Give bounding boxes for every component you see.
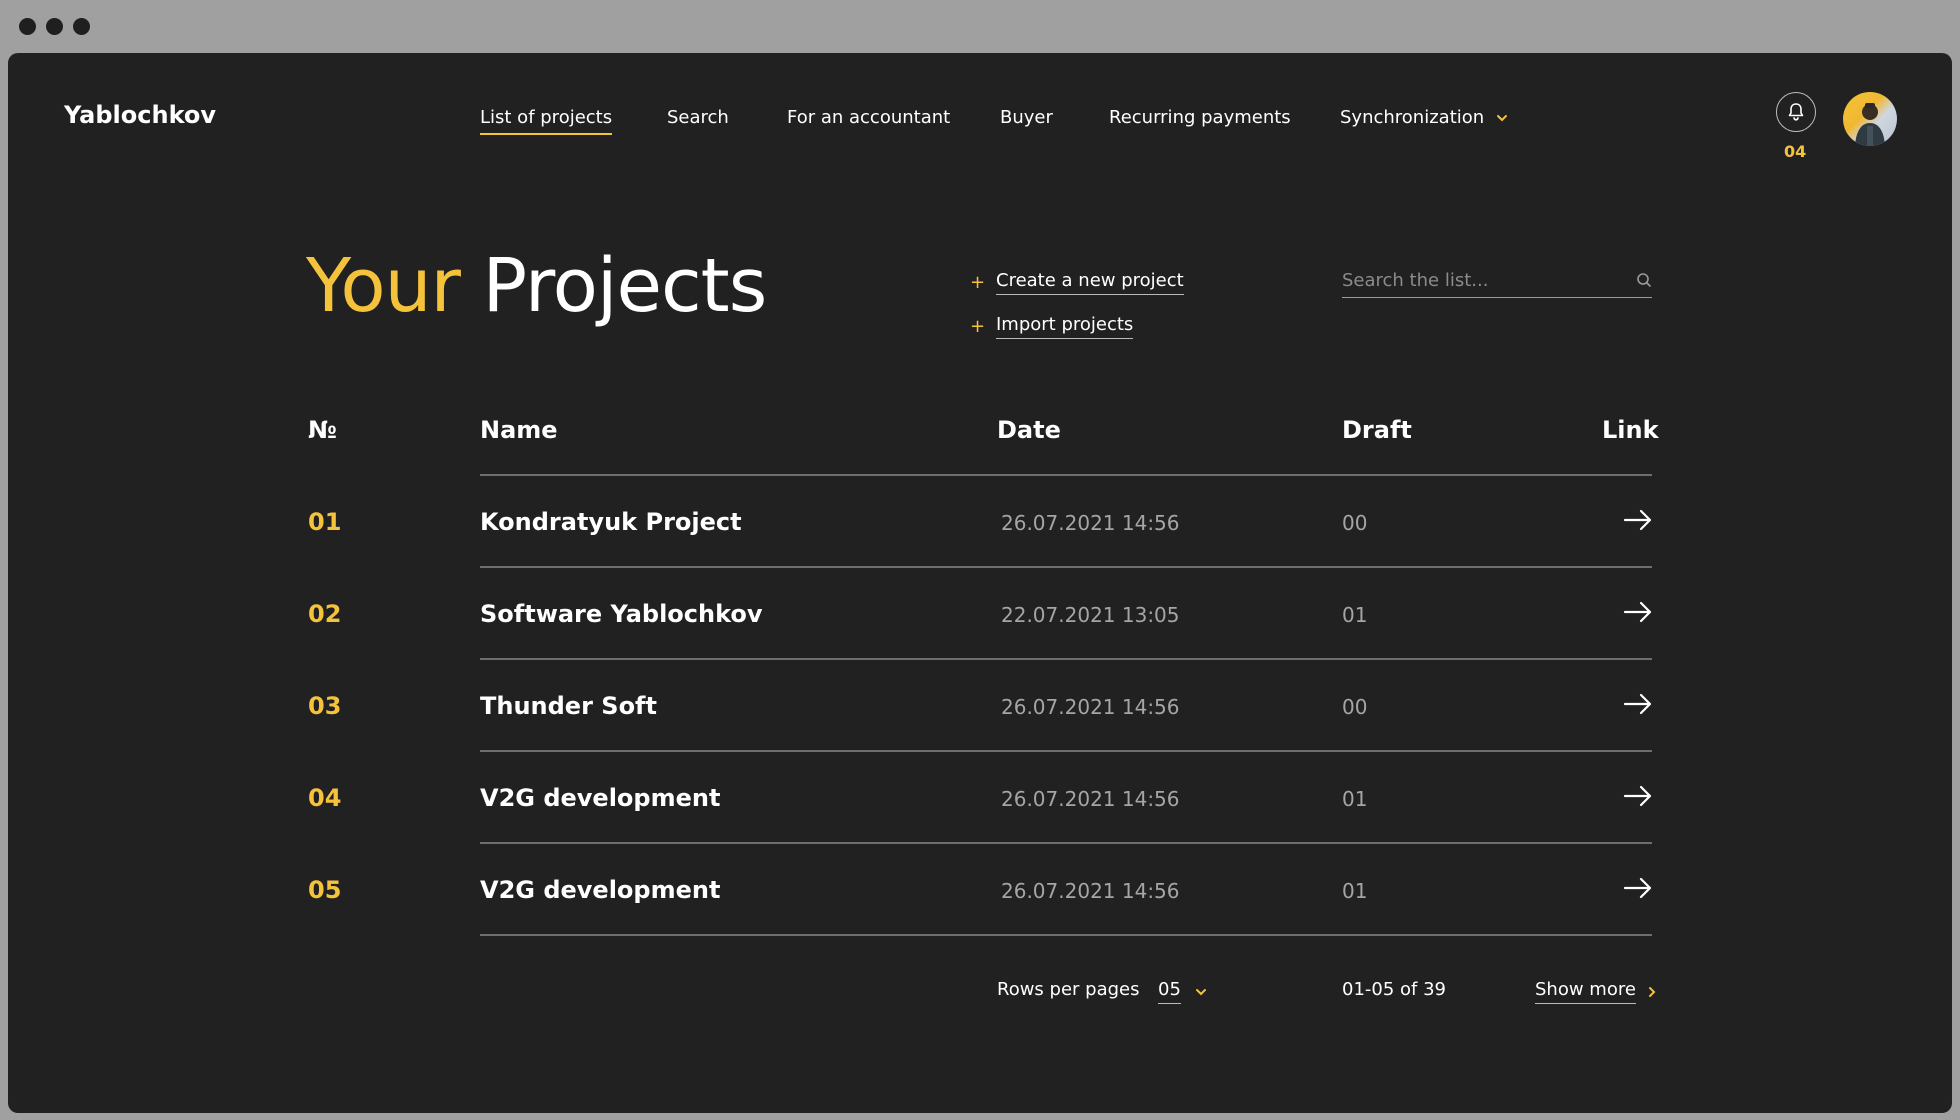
project-date: 26.07.2021 14:56 bbox=[1001, 879, 1180, 903]
column-header-number: № bbox=[308, 416, 337, 444]
notifications-button[interactable] bbox=[1776, 92, 1816, 132]
project-date: 26.07.2021 14:56 bbox=[1001, 695, 1180, 719]
window-dot-minimize[interactable] bbox=[46, 18, 63, 35]
search-field bbox=[1342, 268, 1652, 298]
project-draft: 00 bbox=[1342, 695, 1368, 719]
project-name[interactable]: Thunder Soft bbox=[480, 692, 657, 720]
rows-per-page-value: 05 bbox=[1158, 979, 1181, 1004]
arrow-right-icon[interactable] bbox=[1623, 508, 1653, 532]
row-divider bbox=[480, 842, 1652, 844]
plus-icon: + bbox=[970, 272, 986, 293]
user-avatar-image bbox=[1855, 103, 1885, 146]
nav-buyer[interactable]: Buyer bbox=[1000, 107, 1053, 128]
row-divider bbox=[480, 750, 1652, 752]
row-divider bbox=[480, 566, 1652, 568]
project-draft: 01 bbox=[1342, 879, 1368, 903]
notification-count: 04 bbox=[1784, 142, 1807, 161]
row-divider bbox=[480, 934, 1652, 936]
project-name[interactable]: Software Yablochkov bbox=[480, 600, 763, 628]
chevron-down-icon bbox=[1496, 115, 1507, 122]
arrow-right-icon[interactable] bbox=[1623, 692, 1653, 716]
brand-logo[interactable]: Yablochkov bbox=[64, 101, 216, 129]
project-name[interactable]: V2G development bbox=[480, 876, 720, 904]
arrow-right-icon[interactable] bbox=[1623, 784, 1653, 808]
row-number: 05 bbox=[308, 876, 342, 904]
search-input[interactable] bbox=[1342, 270, 1622, 291]
create-project-button[interactable]: + Create a new project bbox=[970, 270, 1184, 295]
project-draft: 00 bbox=[1342, 511, 1368, 535]
chevron-down-icon bbox=[1195, 988, 1206, 995]
column-header-draft: Draft bbox=[1342, 416, 1412, 444]
bell-icon bbox=[1788, 103, 1804, 121]
project-date: 26.07.2021 14:56 bbox=[1001, 511, 1180, 535]
row-divider bbox=[480, 658, 1652, 660]
project-date: 26.07.2021 14:56 bbox=[1001, 787, 1180, 811]
rows-per-page-select[interactable]: 05 bbox=[1158, 979, 1207, 1004]
window-dot-maximize[interactable] bbox=[73, 18, 90, 35]
nav-synchronization-label: Synchronization bbox=[1340, 107, 1485, 128]
nav-search[interactable]: Search bbox=[667, 107, 729, 128]
column-header-link: Link bbox=[1602, 416, 1659, 444]
project-date: 22.07.2021 13:05 bbox=[1001, 603, 1180, 627]
header-divider bbox=[480, 474, 1652, 476]
window-controls bbox=[19, 18, 90, 35]
page-title: Your Projects bbox=[306, 243, 768, 329]
avatar[interactable] bbox=[1843, 92, 1897, 146]
arrow-right-icon[interactable] bbox=[1623, 876, 1653, 900]
search-icon[interactable] bbox=[1636, 272, 1652, 288]
project-draft: 01 bbox=[1342, 787, 1368, 811]
import-projects-label: Import projects bbox=[996, 314, 1134, 339]
row-number: 01 bbox=[308, 508, 342, 536]
column-header-name: Name bbox=[480, 416, 558, 444]
project-name[interactable]: V2G development bbox=[480, 784, 720, 812]
row-number: 02 bbox=[308, 600, 342, 628]
row-number: 04 bbox=[308, 784, 342, 812]
nav-recurring-payments[interactable]: Recurring payments bbox=[1109, 107, 1291, 128]
nav-synchronization[interactable]: Synchronization bbox=[1340, 107, 1508, 128]
project-name[interactable]: Kondratyuk Project bbox=[480, 508, 742, 536]
chevron-right-icon bbox=[1648, 986, 1656, 997]
page-title-highlight: Your bbox=[306, 243, 461, 329]
nav-for-an-accountant[interactable]: For an accountant bbox=[787, 107, 950, 128]
show-more-button[interactable]: Show more bbox=[1535, 979, 1656, 1004]
row-number: 03 bbox=[308, 692, 342, 720]
rows-per-page-label: Rows per pages bbox=[997, 979, 1140, 1000]
project-draft: 01 bbox=[1342, 603, 1368, 627]
plus-icon: + bbox=[970, 316, 986, 337]
app-window: Yablochkov List of projects Search For a… bbox=[8, 53, 1952, 1113]
arrow-right-icon[interactable] bbox=[1623, 600, 1653, 624]
page-title-rest: Projects bbox=[482, 243, 768, 329]
pagination-range: 01-05 of 39 bbox=[1342, 979, 1447, 1000]
import-projects-button[interactable]: + Import projects bbox=[970, 314, 1134, 339]
window-dot-close[interactable] bbox=[19, 18, 36, 35]
create-project-label: Create a new project bbox=[996, 270, 1184, 295]
show-more-label: Show more bbox=[1535, 979, 1636, 1004]
nav-list-of-projects[interactable]: List of projects bbox=[480, 107, 613, 135]
column-header-date: Date bbox=[997, 416, 1061, 444]
